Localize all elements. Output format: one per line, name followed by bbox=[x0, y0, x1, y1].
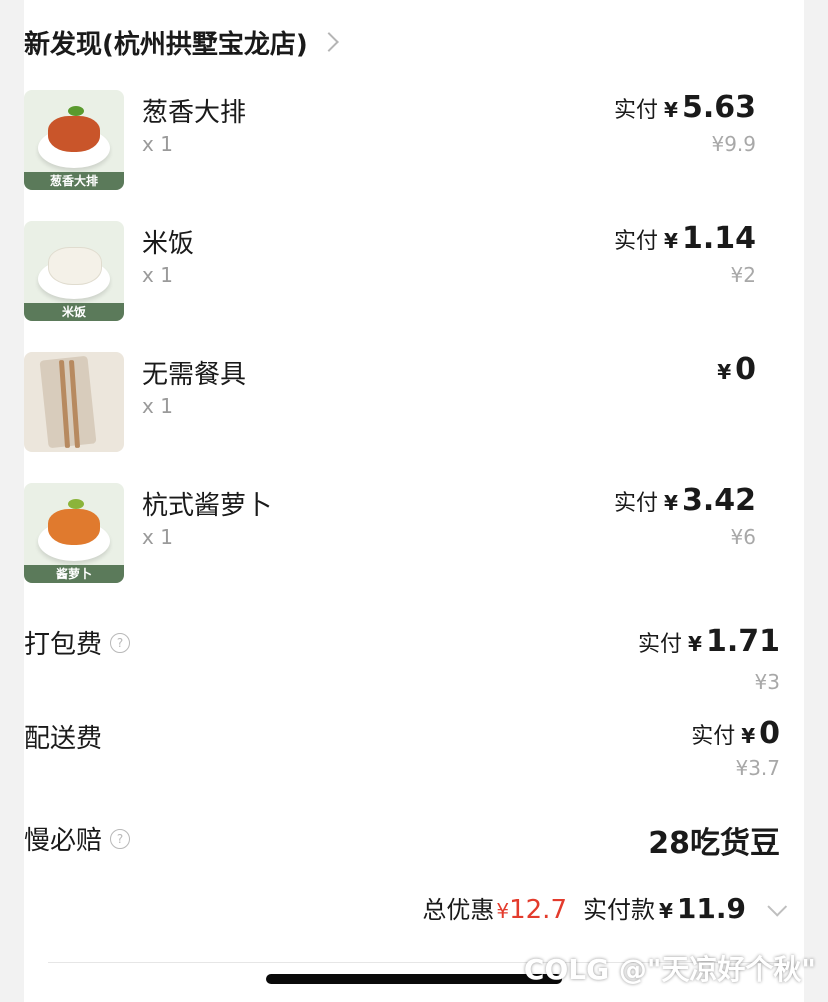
item-paid: 实付 ¥ 5.63 bbox=[614, 90, 756, 125]
packaging-original-price: ¥3 bbox=[754, 670, 780, 694]
paid-amount: 3.42 bbox=[681, 483, 756, 518]
paid-label: 实付 bbox=[691, 724, 736, 749]
delivery-original-price: ¥3.7 bbox=[735, 756, 780, 780]
watermark: COLG @"天凉好个秋" bbox=[523, 953, 816, 986]
thumbnail-tag: 米饭 bbox=[24, 303, 124, 321]
item-thumbnail: 葱香大排 bbox=[24, 90, 124, 190]
paid-label: 实付 bbox=[614, 98, 659, 123]
thumbnail-tag: 葱香大排 bbox=[24, 172, 124, 190]
item-name: 杭式酱萝卜 bbox=[142, 491, 273, 521]
item-thumbnail: 酱萝卜 bbox=[24, 483, 124, 583]
paid-label: 实付 bbox=[614, 491, 659, 516]
packaging-fee-text: 打包费 bbox=[24, 630, 103, 660]
item-name: 葱香大排 bbox=[142, 98, 247, 128]
packaging-fee-paid: 实付 ¥ 1.71 bbox=[638, 624, 780, 659]
total-amount: 11.9 bbox=[676, 892, 746, 925]
item-thumbnail bbox=[24, 352, 124, 452]
item-quantity: x 1 bbox=[142, 132, 173, 156]
paid-amount: 5.63 bbox=[681, 90, 756, 125]
thumbnail-tag: 酱萝卜 bbox=[24, 565, 124, 583]
order-item[interactable]: 葱香大排 葱香大排 x 1 实付 ¥ 5.63 ¥9.9 bbox=[24, 90, 756, 192]
paid-label: 实付 bbox=[614, 229, 659, 254]
item-name: 无需餐具 bbox=[142, 360, 247, 390]
currency-symbol: ¥ bbox=[664, 229, 678, 253]
currency-symbol: ¥ bbox=[664, 98, 678, 122]
shop-title: 新发现(杭州拱墅宝龙店) bbox=[24, 29, 308, 60]
delivery-fee-paid: 实付 ¥ 0 bbox=[691, 716, 780, 751]
paid-amount: 0 bbox=[759, 716, 780, 751]
order-item[interactable]: 米饭 米饭 x 1 实付 ¥ 1.14 ¥2 bbox=[24, 221, 756, 323]
currency-symbol: ¥ bbox=[664, 491, 678, 515]
home-indicator[interactable] bbox=[266, 974, 562, 984]
total-currency: ¥ bbox=[658, 899, 673, 923]
compensation-text: 慢必赔 bbox=[24, 826, 103, 856]
order-item[interactable]: 无需餐具 x 1 ¥ 0 bbox=[24, 352, 756, 454]
delivery-fee-text: 配送费 bbox=[24, 724, 103, 754]
currency-symbol: ¥ bbox=[717, 360, 732, 384]
currency-symbol: ¥ bbox=[688, 632, 702, 656]
item-thumbnail: 米饭 bbox=[24, 221, 124, 321]
help-icon[interactable]: ? bbox=[110, 632, 131, 653]
chevron-right-icon bbox=[318, 32, 339, 52]
item-paid: 实付 ¥ 1.14 bbox=[614, 221, 756, 256]
item-quantity: x 1 bbox=[142, 394, 173, 418]
original-price: ¥9.9 bbox=[711, 132, 756, 156]
item-quantity: x 1 bbox=[142, 263, 173, 287]
paid-label: 实付 bbox=[638, 632, 683, 657]
order-item[interactable]: 酱萝卜 杭式酱萝卜 x 1 实付 ¥ 3.42 ¥6 bbox=[24, 483, 756, 585]
discount-amount: 12.7 bbox=[509, 895, 567, 925]
item-paid: 实付 ¥ 3.42 bbox=[614, 483, 756, 518]
item-name: 米饭 bbox=[142, 229, 195, 259]
original-price: ¥2 bbox=[730, 263, 756, 287]
item-paid: ¥ 0 bbox=[717, 352, 756, 387]
total-label: 实付款 bbox=[582, 896, 655, 924]
compensation-value: 28吃货豆 bbox=[648, 826, 780, 861]
currency-symbol: ¥ bbox=[741, 724, 756, 748]
order-summary[interactable]: 总优惠 ¥ 12.7 实付款 ¥ 11.9 bbox=[422, 890, 788, 925]
compensation-label: 慢必赔 ? bbox=[24, 820, 131, 857]
shop-link[interactable]: 新发现(杭州拱墅宝龙店) bbox=[24, 22, 339, 62]
discount-label: 总优惠 bbox=[422, 896, 495, 924]
delivery-fee-label: 配送费 bbox=[24, 718, 102, 755]
discount-currency: ¥ bbox=[496, 899, 510, 923]
original-price: ¥6 bbox=[730, 525, 756, 549]
item-quantity: x 1 bbox=[142, 525, 173, 549]
paid-amount: 1.71 bbox=[705, 624, 780, 659]
paid-amount: 0 bbox=[735, 352, 756, 387]
help-icon[interactable]: ? bbox=[110, 828, 131, 849]
packaging-fee-label: 打包费 ? bbox=[24, 624, 131, 661]
paid-amount: 1.14 bbox=[681, 221, 756, 256]
